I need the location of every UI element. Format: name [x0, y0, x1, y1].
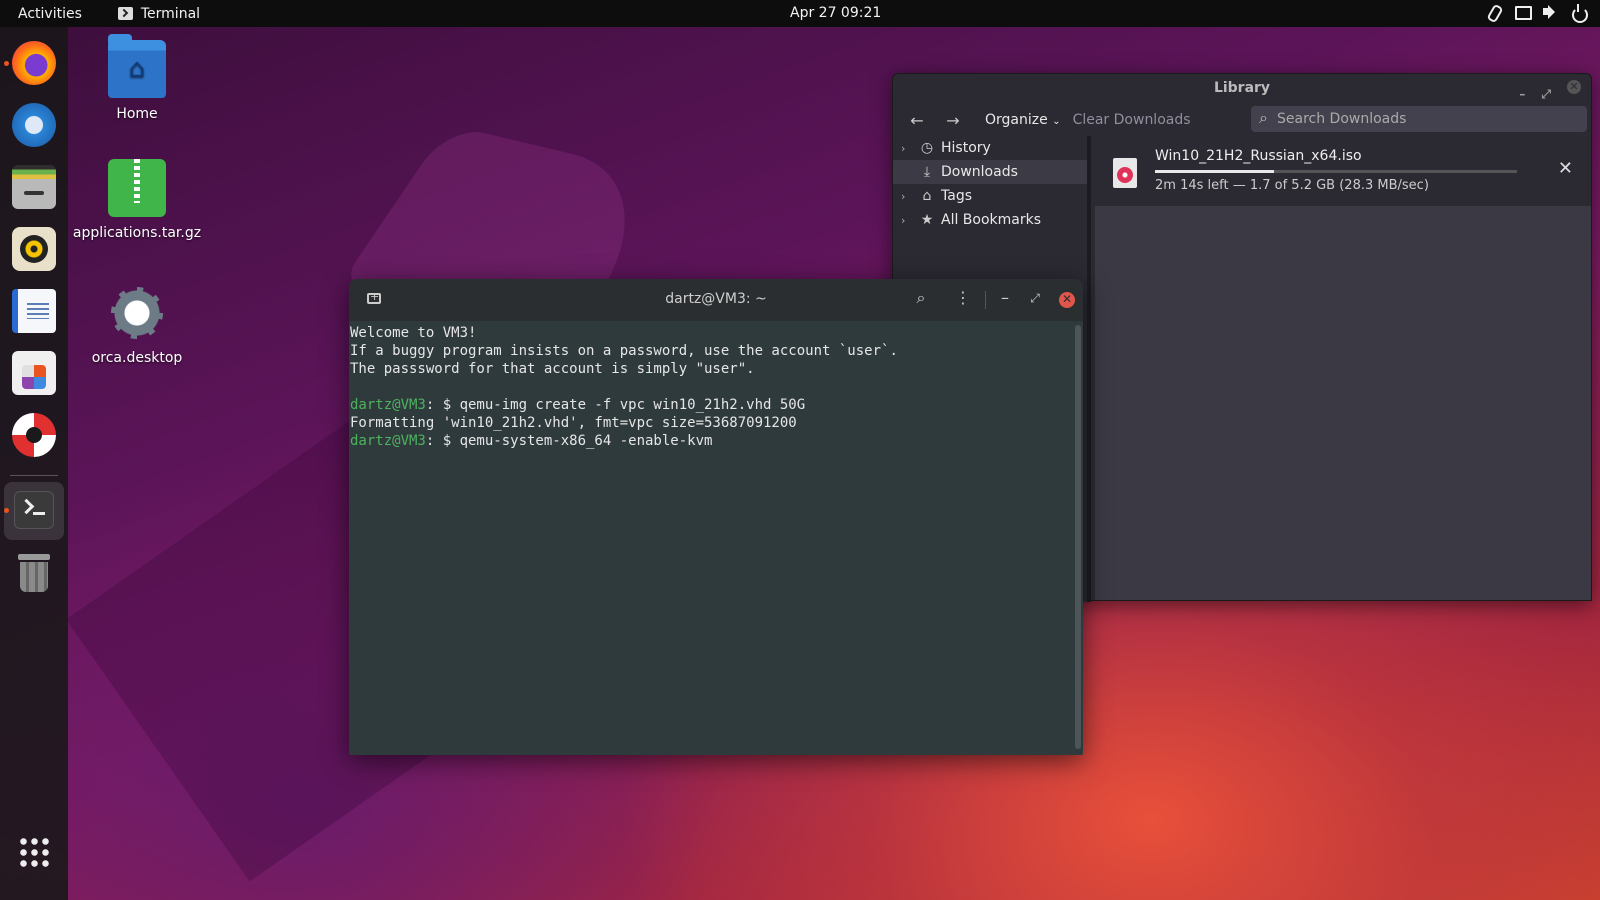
clock-icon: ◷: [920, 140, 934, 156]
terminal-icon: [14, 491, 54, 529]
download-icon: ⤓: [923, 164, 931, 180]
running-indicator: [4, 61, 9, 66]
download-status: 2m 14s left — 1.7 of 5.2 GB (28.3 MB/sec…: [1155, 178, 1429, 193]
terminal-icon: [117, 7, 133, 20]
forward-arrow-icon[interactable]: →: [941, 111, 965, 130]
window-title: Library: [1213, 80, 1271, 96]
sidebar-item-downloads[interactable]: ⤓ Downloads: [893, 160, 1087, 184]
sidebar-item-tags[interactable]: › ⌂ Tags: [893, 184, 1087, 208]
desktop-icon-label: applications.tar.gz: [72, 225, 202, 241]
power-icon[interactable]: [1570, 4, 1588, 23]
thunderbird-icon[interactable]: [12, 103, 56, 147]
dock: [0, 27, 68, 900]
sidebar-item-label: Downloads: [941, 164, 1018, 180]
back-arrow-icon[interactable]: ←: [905, 111, 929, 130]
terminal-text: The passsword for that account is simply…: [350, 361, 755, 377]
download-progress-fill: [1155, 170, 1275, 173]
scrollbar[interactable]: [1075, 325, 1081, 749]
terminal-dock-icon[interactable]: [4, 482, 64, 540]
minimize-icon[interactable]: –: [1519, 80, 1525, 108]
show-applications-icon[interactable]: [18, 836, 50, 868]
chevron-right-icon[interactable]: ›: [901, 190, 913, 203]
scrollbar-thumb[interactable]: [1075, 325, 1081, 749]
sidebar-item-all-bookmarks[interactable]: › ★ All Bookmarks: [893, 208, 1087, 232]
software-icon[interactable]: [12, 351, 56, 395]
app-menu[interactable]: Terminal: [117, 5, 201, 22]
downloads-list: Win10_21H2_Russian_x64.iso 2m 14s left —…: [1095, 136, 1591, 600]
app-menu-label: Terminal: [140, 5, 201, 22]
tag-icon: ⌂: [922, 188, 932, 204]
terminal-line: The passsword for that account is simply…: [350, 360, 1073, 378]
activities-button[interactable]: Activities: [18, 6, 82, 22]
menu-icon[interactable]: ⋮: [951, 288, 975, 307]
sidebar-item-history[interactable]: › ◷ History: [893, 136, 1087, 160]
clear-downloads-button[interactable]: Clear Downloads: [1073, 112, 1191, 128]
dock-separator: [10, 475, 58, 476]
close-icon[interactable]: ✕: [1567, 80, 1581, 94]
minimize-icon[interactable]: –: [993, 288, 1017, 307]
organize-label: Organize: [985, 112, 1048, 128]
terminal-line: dartz@VM3: $ qemu-img create -f vpc win1…: [350, 396, 1073, 414]
system-tray[interactable]: [1486, 4, 1588, 23]
terminal-line: Formatting 'win10_21h2.vhd', fmt=vpc siz…: [350, 414, 1073, 432]
writer-icon[interactable]: [12, 289, 56, 333]
desktop-icon-orca[interactable]: orca.desktop: [67, 284, 207, 366]
chevron-down-icon: ⌄: [1052, 116, 1061, 127]
help-icon[interactable]: [12, 413, 56, 457]
maximize-icon[interactable]: ⤢: [1541, 80, 1551, 108]
disc-image-file-icon: [1113, 158, 1137, 188]
maximize-icon[interactable]: ⤢: [1023, 291, 1047, 306]
files-icon[interactable]: [12, 165, 56, 209]
home-folder-icon: [108, 34, 166, 98]
sidebar-item-label: Tags: [941, 188, 972, 204]
archive-icon: [108, 159, 166, 217]
display-icon[interactable]: [1514, 4, 1532, 20]
top-bar: Activities Terminal Apr 27 09:21: [0, 0, 1600, 27]
list-item[interactable]: Win10_21H2_Russian_x64.iso 2m 14s left —…: [1095, 136, 1591, 206]
rhythmbox-icon[interactable]: [12, 227, 56, 271]
star-icon: ★: [920, 212, 934, 228]
sidebar-item-label: All Bookmarks: [941, 212, 1042, 228]
terminal-text: If a buggy program insists on a password…: [350, 343, 898, 359]
terminal-text: Formatting 'win10_21h2.vhd', fmt=vpc siz…: [350, 415, 797, 431]
download-progress-bar: [1155, 170, 1517, 173]
shell-prompt: dartz@VM3: [350, 397, 426, 413]
terminal-text: : $ qemu-img create -f vpc win10_21h2.vh…: [425, 397, 806, 413]
cancel-download-icon[interactable]: ✕: [1558, 158, 1573, 179]
chevron-right-icon[interactable]: ›: [901, 142, 913, 155]
desktop-icon-label: Home: [116, 106, 158, 122]
clock[interactable]: Apr 27 09:21: [790, 5, 881, 21]
trash-icon[interactable]: [12, 552, 56, 596]
firefox-icon[interactable]: [4, 41, 56, 85]
close-icon[interactable]: ✕: [1059, 292, 1075, 308]
desktop-icon-home[interactable]: Home: [67, 34, 207, 122]
library-titlebar[interactable]: Library – ⤢ ✕: [893, 74, 1591, 102]
terminal-line: Welcome to VM3!: [350, 324, 1073, 342]
chevron-right-icon[interactable]: ›: [901, 214, 913, 227]
search-icon[interactable]: ⌕: [909, 288, 933, 308]
download-filename: Win10_21H2_Russian_x64.iso: [1155, 148, 1362, 164]
shell-prompt: dartz@VM3: [350, 433, 426, 449]
divider: [985, 291, 986, 309]
volume-icon[interactable]: [1542, 4, 1558, 20]
running-indicator: [4, 508, 9, 513]
terminal-output[interactable]: Welcome to VM3! If a buggy program insist…: [349, 321, 1073, 755]
search-input[interactable]: Search Downloads: [1251, 105, 1587, 132]
gear-icon: [108, 284, 166, 342]
terminal-text: : $ qemu-system-x86_64 -enable-kvm: [425, 433, 713, 449]
paperclip-icon[interactable]: [1486, 4, 1502, 20]
desktop-icon-archive[interactable]: applications.tar.gz: [67, 159, 207, 241]
terminal-line: If a buggy program insists on a password…: [350, 342, 1073, 360]
terminal-window: dartz@VM3: ~ ⌕ ⋮ – ⤢ ✕ Welcome to VM3! If…: [349, 279, 1083, 755]
terminal-headerbar[interactable]: dartz@VM3: ~ ⌕ ⋮ – ⤢ ✕: [349, 279, 1083, 321]
desktop-icon-label: orca.desktop: [91, 350, 183, 366]
sidebar-item-label: History: [941, 140, 991, 156]
organize-menu[interactable]: Organize ⌄: [985, 112, 1061, 128]
terminal-text: Welcome to VM3!: [350, 325, 477, 341]
terminal-line: dartz@VM3: $ qemu-system-x86_64 -enable-…: [350, 432, 1073, 450]
